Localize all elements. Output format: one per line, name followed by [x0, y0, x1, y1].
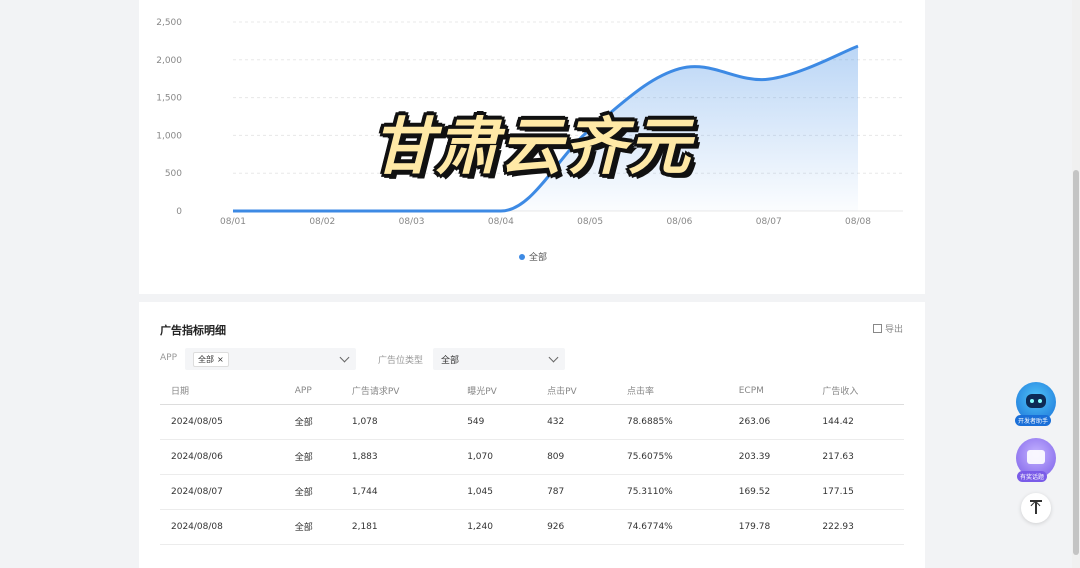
x-tick-label: 08/06	[666, 217, 692, 227]
developer-assistant-label[interactable]: 开发者助手	[1015, 415, 1052, 426]
app-filter-label: APP	[160, 353, 178, 363]
table-cell: 549	[456, 404, 537, 440]
chart-legend[interactable]: 全部	[519, 250, 547, 263]
app-filter-tag[interactable]: 全部 ×	[193, 351, 229, 367]
column-header: 日期	[160, 378, 284, 405]
app-filter-tag-label: 全部	[198, 354, 214, 364]
column-header: 广告请求PV	[340, 378, 457, 405]
export-button[interactable]: 导出	[872, 322, 903, 335]
y-tick-label: 1,000	[156, 131, 182, 141]
table-cell: 926	[536, 509, 616, 545]
chevron-down-icon	[339, 352, 350, 363]
column-header: 曝光PV	[456, 378, 537, 405]
column-header: ECPM	[727, 378, 812, 405]
table-cell: 217.63	[811, 439, 904, 475]
table-cell: 75.6075%	[615, 439, 728, 475]
table-cell: 263.06	[727, 404, 812, 440]
table-header-row: 日期 APP 广告请求PV 曝光PV 点击PV 点击率 ECPM 广告收入	[160, 378, 904, 405]
table-cell: 2,181	[340, 509, 457, 545]
legend-label: 全部	[529, 253, 548, 263]
x-tick-label: 08/05	[577, 217, 603, 227]
x-tick-label: 08/03	[399, 217, 425, 227]
remove-tag-icon[interactable]: ×	[217, 355, 224, 364]
table-cell: 74.6774%	[615, 509, 728, 545]
table-cell: 222.93	[811, 509, 904, 545]
ad-metrics-detail-card: 广告指标明细 导出 APP 全部 × 广告位类型 全部 日期 APP 广告请求PV 曝…	[139, 302, 925, 568]
robot-icon	[1026, 394, 1046, 408]
reward-topic-label[interactable]: 有奖话题	[1017, 471, 1048, 482]
table-cell: 1,883	[340, 439, 457, 475]
y-tick-label: 2,000	[156, 56, 182, 66]
y-tick-label: 2,500	[156, 18, 182, 28]
chat-bubble-icon	[1027, 450, 1045, 464]
column-header: 点击PV	[536, 378, 616, 405]
table-row: 2024/08/05 全部 1,078 549 432 78.6885% 263.06 144…	[160, 404, 904, 440]
table-body: 2024/08/05 全部 1,078 549 432 78.6885% 263.06 144…	[160, 404, 904, 545]
slot-type-filter-value: 全部	[441, 355, 460, 366]
metrics-table: 日期 APP 广告请求PV 曝光PV 点击PV 点击率 ECPM 广告收入 2024/08/0…	[160, 378, 904, 545]
arrow-up-icon	[1035, 502, 1037, 514]
y-tick-label: 0	[176, 207, 182, 217]
column-header: APP	[283, 378, 341, 405]
back-to-top-button[interactable]	[1021, 493, 1051, 523]
table-cell: 1,070	[456, 439, 537, 475]
column-header: 点击率	[615, 378, 728, 405]
y-tick-label: 500	[165, 169, 182, 179]
app-filter-select[interactable]: 全部 ×	[185, 348, 356, 370]
legend-marker	[519, 253, 525, 260]
column-header: 广告收入	[811, 378, 904, 405]
table-cell: 全部	[283, 439, 341, 475]
table-cell: 1,744	[340, 474, 457, 510]
section-title: 广告指标明细	[160, 324, 226, 337]
table-cell: 2024/08/05	[160, 404, 284, 440]
table-cell: 144.42	[811, 404, 904, 440]
chevron-down-icon	[548, 352, 559, 363]
table-cell: 全部	[283, 509, 341, 545]
export-label: 导出	[884, 325, 903, 335]
table-cell: 78.6885%	[615, 404, 728, 440]
table-cell: 2024/08/07	[160, 474, 284, 510]
slot-type-filter-label: 广告位类型	[378, 356, 424, 366]
table-cell: 2024/08/06	[160, 439, 284, 475]
table-cell: 177.15	[811, 474, 904, 510]
table-cell: 2024/08/08	[160, 509, 284, 545]
table-cell: 1,045	[456, 474, 537, 510]
table-cell: 787	[536, 474, 616, 510]
x-tick-label: 08/07	[756, 217, 782, 227]
table-cell: 1,240	[456, 509, 537, 545]
x-tick-label: 08/04	[488, 217, 514, 227]
table-row: 2024/08/08 全部 2,181 1,240 926 74.6774% 179.78 2…	[160, 509, 904, 545]
table-cell: 179.78	[727, 509, 812, 545]
overlay-title: 甘肃云齐元	[372, 110, 693, 183]
scrollbar-thumb[interactable]	[1073, 170, 1079, 555]
table-cell: 全部	[283, 474, 341, 510]
table-cell: 169.52	[727, 474, 812, 510]
slot-type-filter-select[interactable]: 全部	[433, 348, 565, 370]
table-row: 2024/08/06 全部 1,883 1,070 809 75.6075% 203.39 2…	[160, 439, 904, 475]
x-tick-label: 08/08	[845, 217, 871, 227]
x-tick-label: 08/01	[220, 217, 246, 227]
table-cell: 75.3110%	[615, 474, 728, 510]
x-tick-label: 08/02	[309, 217, 335, 227]
export-icon	[872, 324, 882, 333]
table-cell: 809	[536, 439, 616, 475]
table-cell: 全部	[283, 404, 341, 440]
y-tick-label: 1,500	[156, 94, 182, 104]
table-cell: 1,078	[340, 404, 457, 440]
table-row: 2024/08/07 全部 1,744 1,045 787 75.3110% 169.52 1…	[160, 474, 904, 510]
table-cell: 203.39	[727, 439, 812, 475]
table-cell: 432	[536, 404, 616, 440]
